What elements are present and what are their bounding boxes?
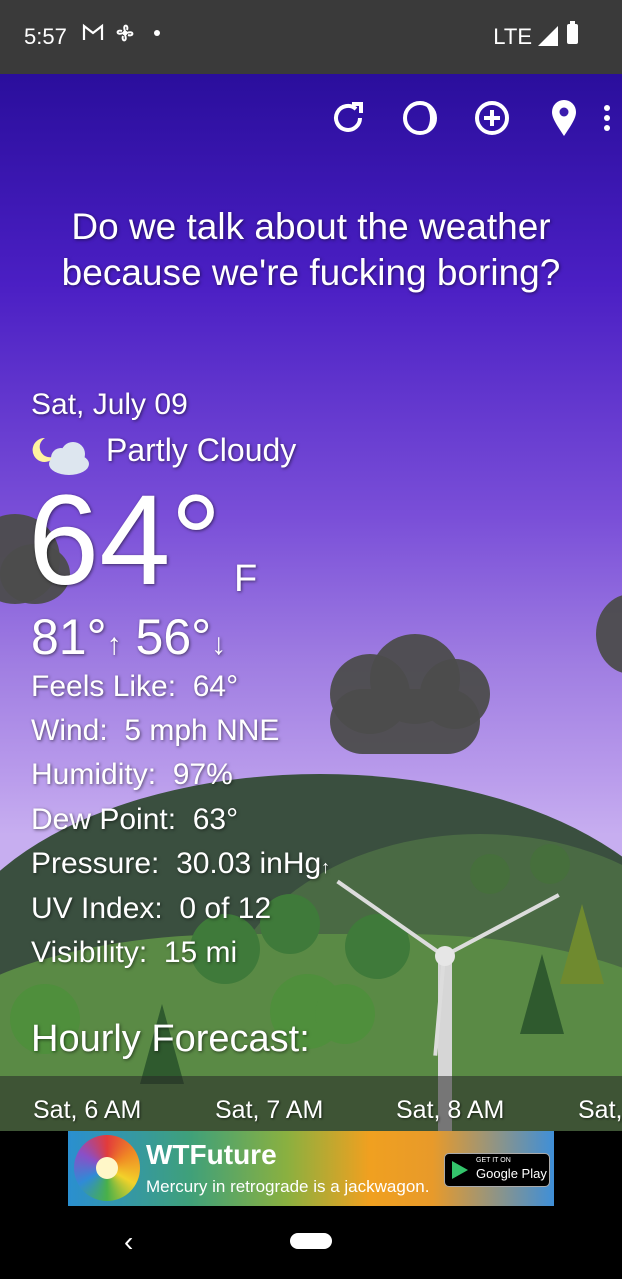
feels-like-row: Feels Like: 64° xyxy=(31,670,238,704)
detail-label: Visibility: xyxy=(31,936,148,969)
wind-row: Wind: 5 mph NNE xyxy=(31,714,279,748)
hourly-item[interactable]: Sat, 8 AM xyxy=(396,1096,504,1125)
uv-index-row: UV Index: 0 of 12 xyxy=(31,892,271,926)
detail-label: Wind: xyxy=(31,714,108,747)
detail-label: Humidity: xyxy=(31,758,157,791)
down-arrow-icon: ↓ xyxy=(211,628,227,661)
fan-icon xyxy=(114,22,136,50)
hourly-forecast-title: Hourly Forecast: xyxy=(31,1018,310,1060)
pressure-trend-icon: ↑ xyxy=(321,857,331,877)
refresh-icon[interactable] xyxy=(326,96,370,140)
home-pill-icon[interactable] xyxy=(290,1233,332,1249)
pressure-row: Pressure: 30.03 inHg↑ xyxy=(31,847,330,881)
ad-title: WTFuture xyxy=(146,1139,277,1170)
tree-shape xyxy=(315,984,375,1044)
google-play-icon xyxy=(452,1161,468,1179)
hourly-item[interactable]: Sat, 6 AM xyxy=(33,1096,141,1125)
detail-value: 30.03 inHg xyxy=(176,847,322,880)
status-bar: 5:57 LTE xyxy=(0,0,622,74)
more-options-icon[interactable] xyxy=(592,96,622,140)
hourly-forecast-strip[interactable]: Sat, 6 AM Sat, 7 AM Sat, 8 AM Sat, xyxy=(0,1076,622,1131)
temperature-unit: F xyxy=(234,558,258,600)
weather-scene: Do we talk about the weather because we'… xyxy=(0,74,622,1131)
humidity-row: Humidity: 97% xyxy=(31,758,233,792)
detail-value: 97% xyxy=(172,758,233,791)
location-pin-icon[interactable] xyxy=(542,96,586,140)
tree-shape xyxy=(470,854,510,894)
network-type: LTE xyxy=(493,24,532,49)
detail-value: 64° xyxy=(192,670,239,703)
ad-banner[interactable]: WTFuture Mercury in retrograde is a jack… xyxy=(68,1131,554,1206)
hourly-item[interactable]: Sat, 7 AM xyxy=(215,1096,323,1125)
pine-tree-shape xyxy=(520,954,564,1034)
detail-value: 15 mi xyxy=(163,936,238,969)
hourly-item[interactable]: Sat, xyxy=(578,1096,622,1125)
current-temperature: 64° xyxy=(28,469,222,612)
ad-subtitle: Mercury in retrograde is a jackwagon. xyxy=(146,1177,430,1196)
high-temp: 81° xyxy=(31,609,107,665)
theme-icon[interactable] xyxy=(398,96,442,140)
navigation-bar: ‹ xyxy=(0,1206,622,1279)
turbine-hub xyxy=(435,946,455,966)
zodiac-wheel-icon xyxy=(74,1135,140,1201)
status-time: 5:57 xyxy=(24,24,67,49)
dot-icon xyxy=(154,30,160,36)
weather-quote: Do we talk about the weather because we'… xyxy=(61,206,561,293)
badge-text: Google Play xyxy=(476,1166,547,1181)
up-arrow-icon: ↑ xyxy=(106,628,122,661)
condition-text: Partly Cloudy xyxy=(106,432,297,468)
detail-label: Dew Point: xyxy=(31,803,177,836)
google-play-badge[interactable]: GET IT ON Google Play xyxy=(444,1153,550,1187)
cloud-shape xyxy=(596,594,622,674)
pine-tree-shape xyxy=(560,904,604,984)
forecast-date: Sat, July 09 xyxy=(31,388,188,421)
cloud-shape xyxy=(330,689,480,754)
tree-shape xyxy=(530,844,570,884)
detail-label: Feels Like: xyxy=(31,670,177,703)
back-icon[interactable]: ‹ xyxy=(124,1226,133,1258)
dew-point-row: Dew Point: 63° xyxy=(31,803,238,837)
visibility-row: Visibility: 15 mi xyxy=(31,936,237,970)
detail-value: 5 mph NNE xyxy=(124,714,280,747)
add-location-icon[interactable] xyxy=(470,96,514,140)
signal-icon xyxy=(538,26,558,46)
top-toolbar xyxy=(262,96,622,144)
gmail-icon xyxy=(82,22,104,48)
high-low: 81°↑ 56°↓ xyxy=(31,608,226,666)
detail-label: UV Index: xyxy=(31,892,163,925)
badge-small-text: GET IT ON xyxy=(476,1157,511,1164)
detail-value: 0 of 12 xyxy=(179,892,272,925)
detail-label: Pressure: xyxy=(31,847,160,880)
detail-value: 63° xyxy=(192,803,239,836)
low-temp: 56° xyxy=(135,609,212,665)
battery-icon xyxy=(567,21,578,44)
